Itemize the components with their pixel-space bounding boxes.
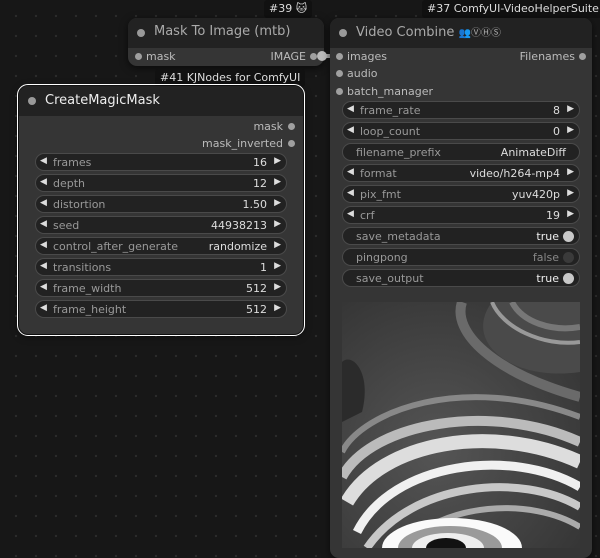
increment-arrow-icon[interactable]: ▶ [274,240,281,250]
input-slot-images[interactable]: images [336,49,387,65]
slot-dot[interactable] [336,70,343,77]
slot-dot[interactable] [336,53,343,60]
node-title: Mask To Image (mtb) [154,24,291,39]
widget-pix-fmt[interactable]: ◀ pix_fmt yuv420p ▶ [342,185,580,203]
slot-dot[interactable] [288,123,295,130]
increment-arrow-icon[interactable]: ▶ [567,125,574,135]
toggle-on-icon[interactable] [563,273,574,284]
widget-frame-width[interactable]: ◀ frame_width 512 ▶ [35,279,287,297]
widget-frame-height[interactable]: ◀ frame_height 512 ▶ [35,300,287,318]
decrement-arrow-icon[interactable]: ◀ [40,240,47,250]
increment-arrow-icon[interactable]: ▶ [274,177,281,187]
node-header[interactable]: Mask To Image (mtb) [128,18,324,48]
node-header[interactable]: CreateMagicMask [19,86,303,116]
increment-arrow-icon[interactable]: ▶ [274,303,281,313]
widget-format[interactable]: ◀ format video/h264-mp4 ▶ [342,164,580,182]
decrement-arrow-icon[interactable]: ◀ [40,219,47,229]
decrement-arrow-icon[interactable]: ◀ [347,188,354,198]
increment-arrow-icon[interactable]: ▶ [567,209,574,219]
decrement-arrow-icon[interactable]: ◀ [347,167,354,177]
widget-distortion[interactable]: ◀ distortion 1.50 ▶ [35,195,287,213]
collapse-dot[interactable] [137,29,145,37]
output-slot-mask-inverted[interactable]: mask_inverted [202,136,295,152]
output-slot-filenames[interactable]: Filenames [520,49,586,65]
widget-pingpong[interactable]: pingpong false [342,248,580,266]
node-mask-to-image[interactable]: Mask To Image (mtb) mask IMAGE [128,18,324,66]
input-slot-audio[interactable]: audio [336,66,377,82]
decrement-arrow-icon[interactable]: ◀ [40,282,47,292]
collapse-dot[interactable] [339,29,347,37]
decrement-arrow-icon[interactable]: ◀ [40,303,47,313]
slot-dot[interactable] [288,140,295,147]
decrement-arrow-icon[interactable]: ◀ [347,104,354,114]
decrement-arrow-icon[interactable]: ◀ [40,198,47,208]
decrement-arrow-icon[interactable]: ◀ [40,156,47,166]
input-slot-mask[interactable]: mask [135,49,176,65]
collapse-dot[interactable] [28,97,36,105]
node-title: Video Combine 👥ⓋⒽⓈ [356,25,501,40]
node-create-magic-mask[interactable]: CreateMagicMask mask mask_inverted ◀ fra… [17,84,305,336]
slot-dot[interactable] [579,53,586,60]
widget-control-after-generate[interactable]: ◀ control_after_generate randomize ▶ [35,237,287,255]
node-title: CreateMagicMask [45,93,160,108]
toggle-on-icon[interactable] [563,231,574,242]
widget-depth[interactable]: ◀ depth 12 ▶ [35,174,287,192]
slot-dot[interactable] [310,53,317,60]
increment-arrow-icon[interactable]: ▶ [567,104,574,114]
increment-arrow-icon[interactable]: ▶ [274,219,281,229]
preview-swirl-image [342,302,580,548]
widget-transitions[interactable]: ◀ transitions 1 ▶ [35,258,287,276]
increment-arrow-icon[interactable]: ▶ [274,156,281,166]
node-badge-mask-to-image: #39 🐱 [264,0,313,18]
widget-save-metadata[interactable]: save_metadata true [342,227,580,245]
toggle-off-icon[interactable] [563,252,574,263]
increment-arrow-icon[interactable]: ▶ [274,282,281,292]
widget-frames[interactable]: ◀ frames 16 ▶ [35,153,287,171]
decrement-arrow-icon[interactable]: ◀ [347,125,354,135]
widget-filename-prefix[interactable]: filename_prefix AnimateDiff [342,143,580,161]
slot-dot[interactable] [336,88,343,95]
node-badge-create-magic-mask: #41 KJNodes for ComfyUI [155,69,306,87]
input-slot-batch-manager[interactable]: batch_manager [336,84,433,100]
output-slot-mask[interactable]: mask [253,119,295,135]
node-badge-video-combine: #37 ComfyUI-VideoHelperSuite [422,0,600,18]
output-slot-image[interactable]: IMAGE [270,49,317,65]
widget-save-output[interactable]: save_output true [342,269,580,287]
node-video-combine[interactable]: Video Combine 👥ⓋⒽⓈ images audio batch_ma… [330,18,592,558]
node-header[interactable]: Video Combine 👥ⓋⒽⓈ [330,18,592,48]
decrement-arrow-icon[interactable]: ◀ [40,261,47,271]
decrement-arrow-icon[interactable]: ◀ [347,209,354,219]
widget-crf[interactable]: ◀ crf 19 ▶ [342,206,580,224]
widget-frame-rate[interactable]: ◀ frame_rate 8 ▶ [342,101,580,119]
fox-icon: 🐱 [295,2,308,15]
increment-arrow-icon[interactable]: ▶ [274,261,281,271]
increment-arrow-icon[interactable]: ▶ [567,167,574,177]
link-midpoint[interactable] [317,51,327,61]
increment-arrow-icon[interactable]: ▶ [274,198,281,208]
widget-loop-count[interactable]: ◀ loop_count 0 ▶ [342,122,580,140]
decrement-arrow-icon[interactable]: ◀ [40,177,47,187]
increment-arrow-icon[interactable]: ▶ [567,188,574,198]
widget-seed[interactable]: ◀ seed 44938213 ▶ [35,216,287,234]
video-preview[interactable] [342,302,580,548]
slot-dot[interactable] [135,53,142,60]
vhs-logo-icon: 👥ⓋⒽⓈ [458,28,501,39]
